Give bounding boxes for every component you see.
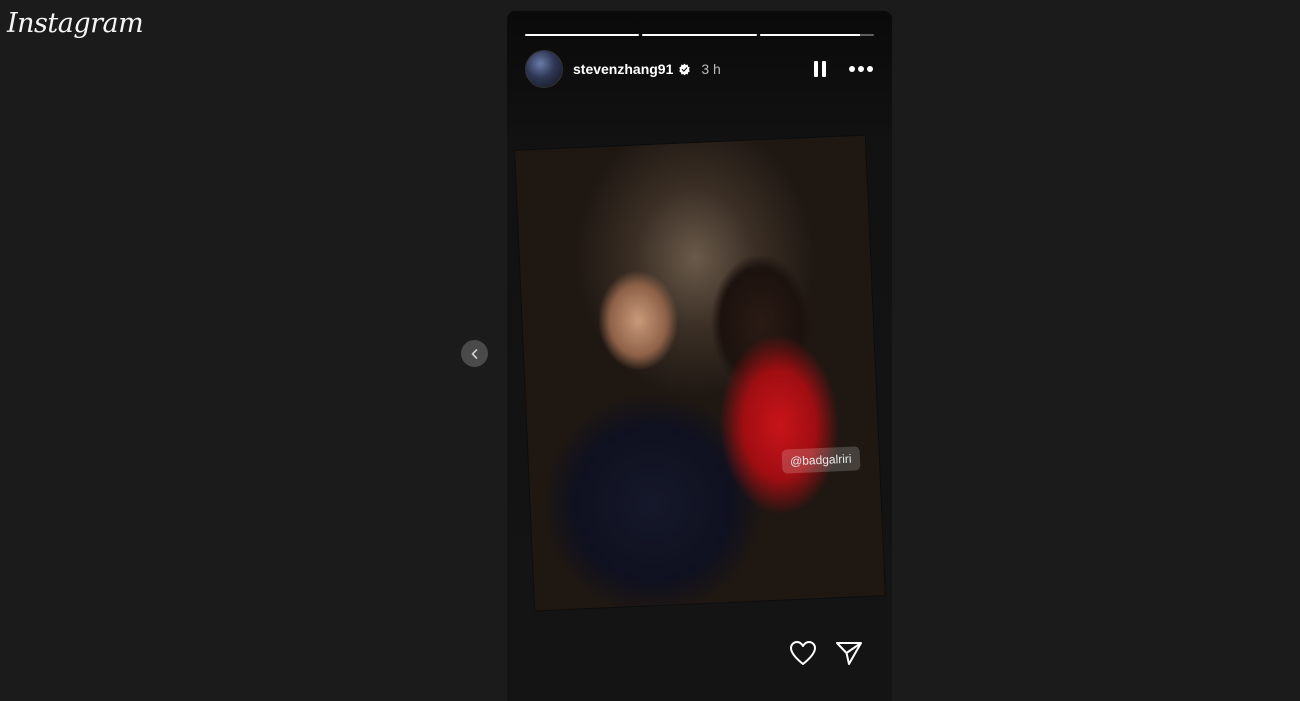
pause-icon xyxy=(814,61,826,77)
more-options-button[interactable] xyxy=(848,59,874,79)
instagram-logo[interactable]: Instagram xyxy=(7,8,144,39)
more-options-icon xyxy=(849,66,873,72)
heart-icon xyxy=(790,641,816,665)
progress-segment xyxy=(525,34,640,36)
story-username[interactable]: stevenzhang91 xyxy=(573,61,673,77)
share-button[interactable] xyxy=(835,639,863,667)
story-timestamp: 3 h xyxy=(701,61,721,77)
story-image xyxy=(515,135,885,611)
progress-fill xyxy=(759,34,861,36)
previous-story-button[interactable] xyxy=(461,340,488,367)
progress-segment xyxy=(759,34,874,36)
avatar[interactable] xyxy=(525,50,563,88)
story-viewer[interactable]: stevenzhang91 3 h @badgalriri xyxy=(507,11,892,701)
story-header: stevenzhang91 3 h xyxy=(525,50,874,88)
pause-button[interactable] xyxy=(810,59,830,79)
mention-tag[interactable]: @badgalriri xyxy=(781,446,861,474)
story-photo xyxy=(515,135,885,611)
send-icon xyxy=(836,642,862,665)
progress-fill xyxy=(642,34,757,36)
like-button[interactable] xyxy=(789,639,817,667)
progress-fill xyxy=(525,34,640,36)
story-actions xyxy=(789,639,863,667)
verified-badge-icon xyxy=(679,63,691,75)
story-progress xyxy=(525,34,874,36)
chevron-left-icon xyxy=(471,348,477,359)
progress-segment xyxy=(642,34,757,36)
